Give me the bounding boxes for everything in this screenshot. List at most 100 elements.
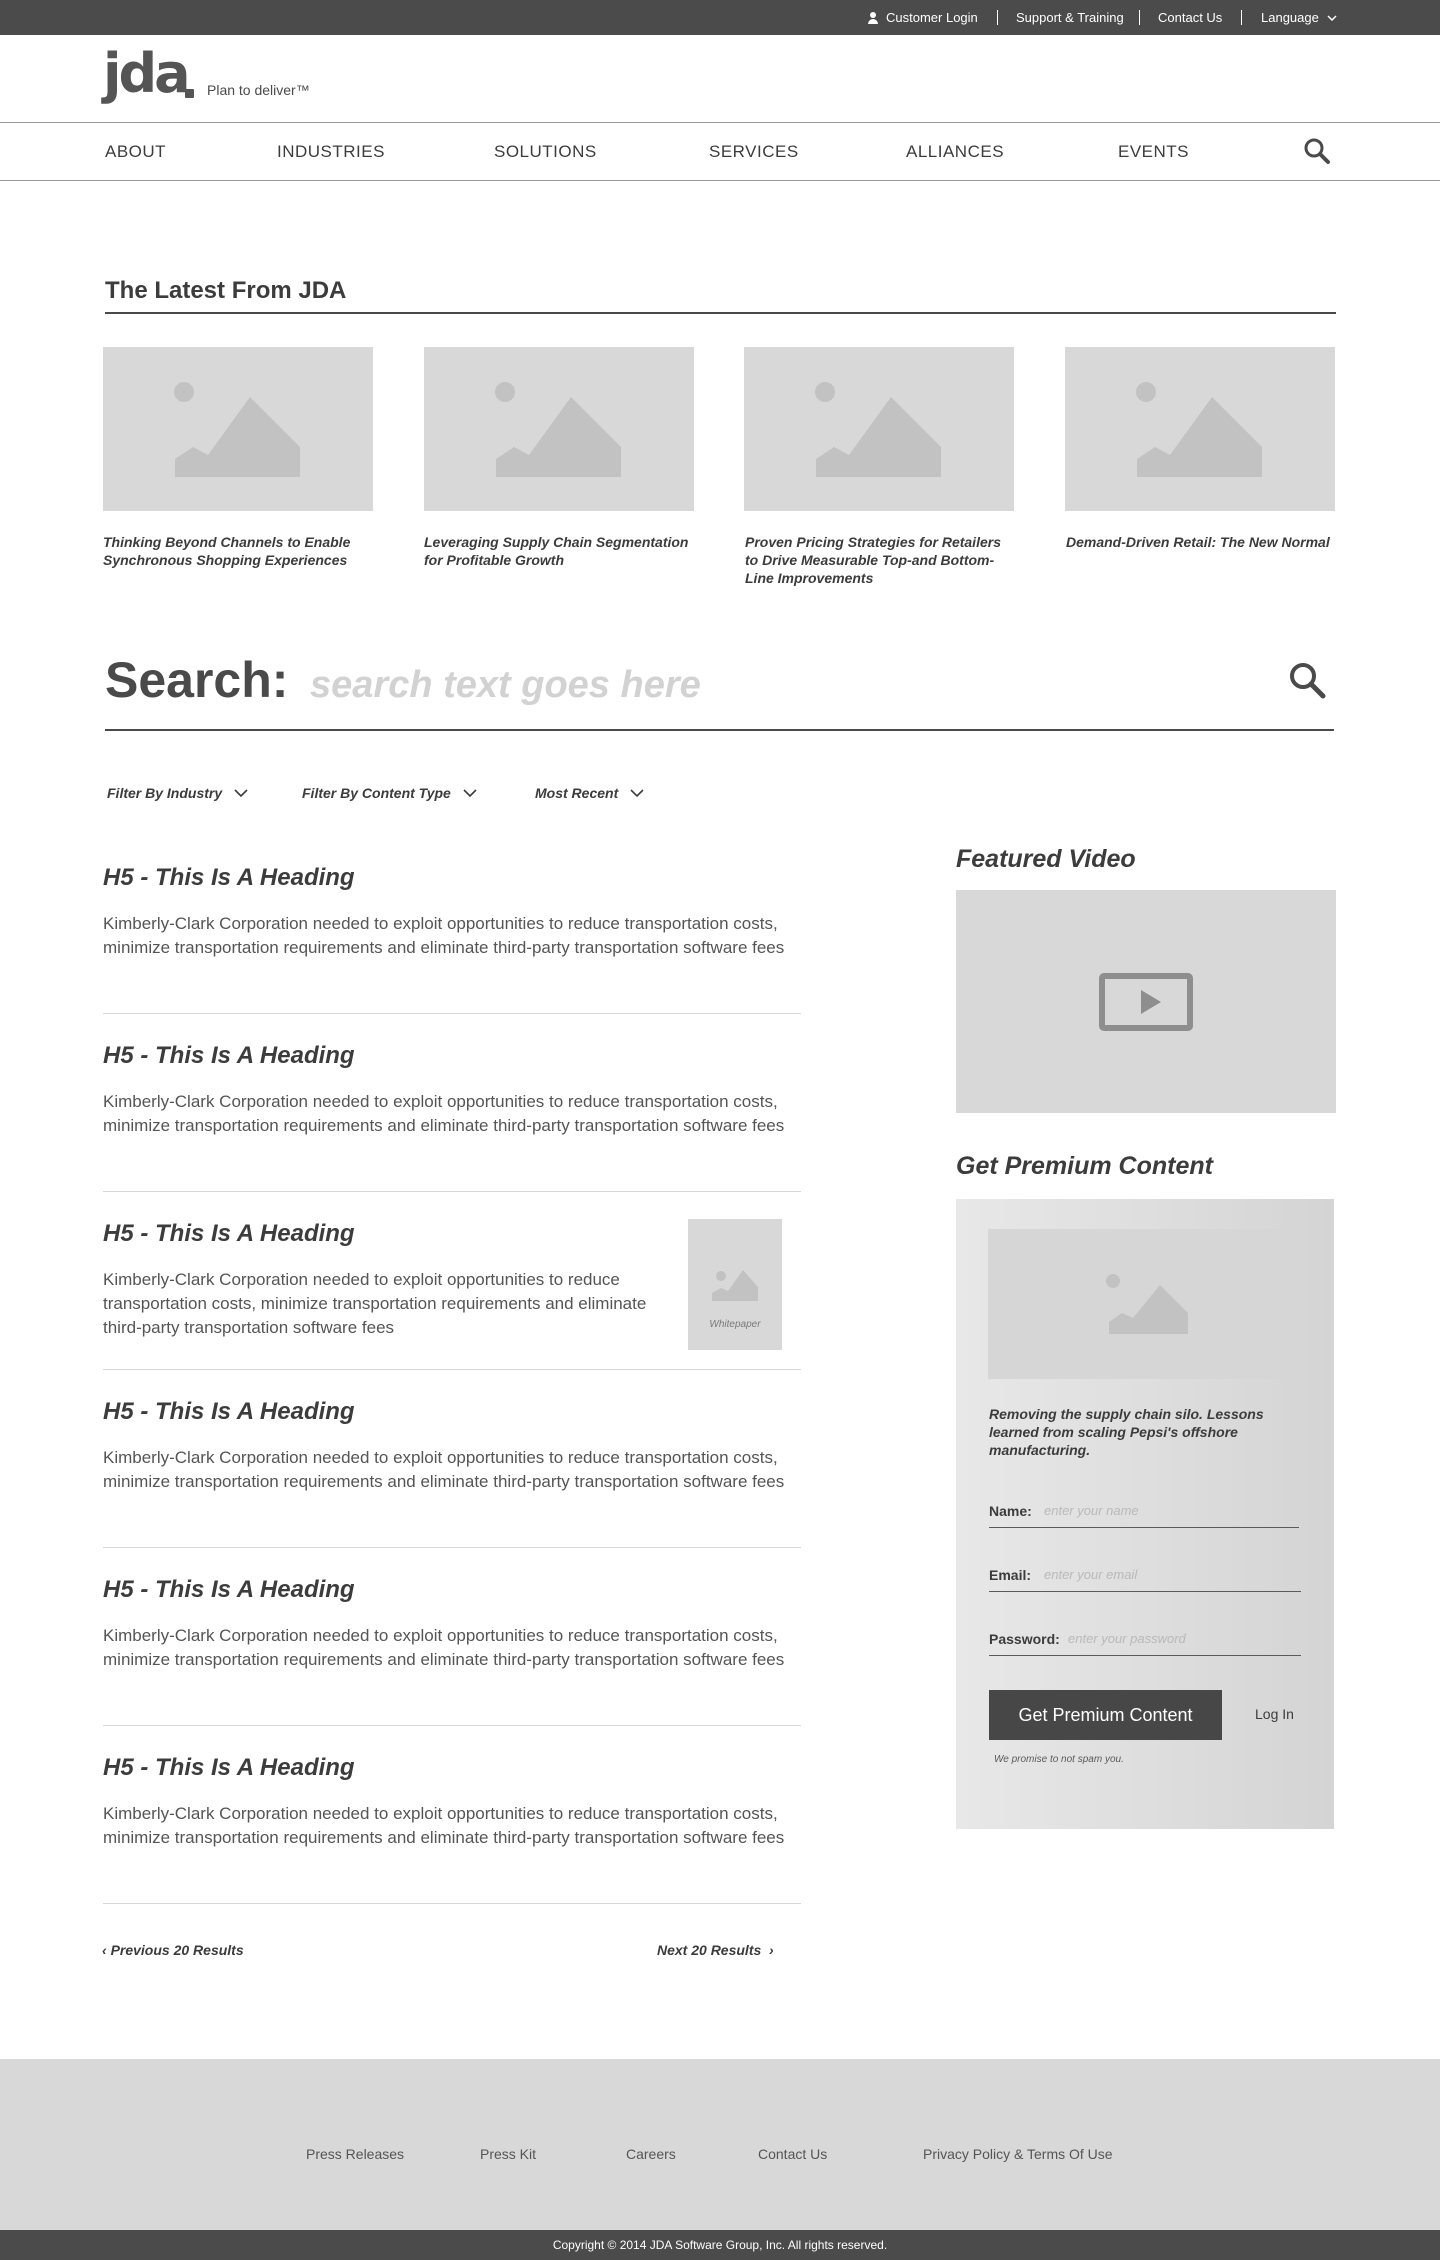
filter-industry-dropdown[interactable]: Filter By Industry [107,785,248,801]
result-summary: Kimberly-Clark Corporation needed to exp… [103,1092,785,1135]
result-heading[interactable]: H5 - This Is A Heading [103,1042,355,1070]
image-placeholder-icon [815,382,941,477]
result-divider [103,1013,801,1014]
article-caption[interactable]: Proven Pricing Strategies for Retailers … [745,533,1015,587]
field-underline [989,1591,1301,1592]
language-label: Language [1261,10,1319,25]
latest-section-title: The Latest From JDA [105,277,347,304]
copyright-bar: Copyright © 2014 JDA Software Group, Inc… [0,2230,1440,2260]
article-image[interactable] [744,347,1014,511]
field-underline [989,1655,1301,1656]
image-placeholder-icon [1106,1274,1188,1334]
footer-link-press-kit[interactable]: Press Kit [480,2146,536,2162]
footer-link-contact-us[interactable]: Contact Us [758,2146,827,2162]
image-placeholder-icon [712,1270,758,1301]
nav-about[interactable]: ABOUT [105,142,166,162]
previous-results-label: Previous 20 Results [110,1942,244,1958]
result-summary: Kimberly-Clark Corporation needed to exp… [103,914,785,957]
support-training-link[interactable]: Support & Training [1016,0,1124,35]
contact-us-label: Contact Us [1158,10,1223,25]
featured-video-player[interactable] [956,890,1336,1113]
whitepaper-thumbnail[interactable]: Whitepaper [688,1219,782,1350]
email-label: Email: [989,1567,1032,1583]
email-field[interactable] [1044,1564,1299,1584]
article-image[interactable] [424,347,694,511]
logo-dot [185,89,194,98]
customer-login-link[interactable]: Customer Login [868,0,978,35]
result-heading[interactable]: H5 - This Is A Heading [103,1398,355,1426]
featured-video-title: Featured Video [956,845,1136,873]
result-summary: Kimberly-Clark Corporation needed to exp… [103,1270,647,1337]
filter-label: Filter By Industry [107,785,223,801]
password-field[interactable] [1068,1628,1299,1648]
divider [1241,10,1242,25]
field-underline [989,1527,1299,1528]
result-divider [103,1547,801,1548]
result-divider [103,1725,801,1726]
search-icon[interactable] [1303,137,1331,165]
support-training-label: Support & Training [1016,10,1124,25]
user-icon [868,11,878,24]
main-nav: ABOUT INDUSTRIES SOLUTIONS SERVICES ALLI… [0,122,1440,181]
image-placeholder-icon [495,382,621,477]
nav-alliances[interactable]: ALLIANCES [906,142,1004,162]
next-results-label: Next 20 Results [657,1942,762,1958]
no-spam-note: We promise to not spam you. [994,1754,1124,1765]
language-dropdown[interactable]: Language [1261,0,1337,35]
chevron-down-icon [630,789,644,797]
article-caption[interactable]: Leveraging Supply Chain Segmentation for… [424,533,694,569]
result-divider [103,1369,801,1370]
result-heading[interactable]: H5 - This Is A Heading [103,1576,355,1604]
chevron-down-icon [463,789,477,797]
result-heading[interactable]: H5 - This Is A Heading [103,1220,355,1248]
logo-tagline: Plan to deliver™ [207,82,310,98]
search-input[interactable] [310,655,1270,715]
log-in-link[interactable]: Log In [1255,1706,1294,1722]
divider [1139,10,1140,25]
premium-content-form: Removing the supply chain silo. Lessons … [956,1199,1334,1829]
footer: Press Releases Press Kit Careers Contact… [0,2059,1440,2230]
search-icon[interactable] [1287,660,1327,700]
filter-content-type-dropdown[interactable]: Filter By Content Type [302,785,477,801]
sort-most-recent-dropdown[interactable]: Most Recent [535,785,644,801]
contact-us-link[interactable]: Contact Us [1158,0,1222,35]
customer-login-label: Customer Login [886,10,978,25]
previous-results-link[interactable]: ‹ Previous 20 Results [102,1942,244,1958]
premium-content-description: Removing the supply chain silo. Lessons … [989,1406,1264,1458]
search-label: Search: [105,652,289,708]
premium-content-title: Get Premium Content [956,1152,1213,1180]
result-heading[interactable]: H5 - This Is A Heading [103,1754,355,1782]
chevron-right-icon: › [761,1942,774,1958]
article-caption[interactable]: Thinking Beyond Channels to Enable Synch… [103,533,373,569]
logo-wordmark: jda [103,42,191,105]
footer-link-press-releases[interactable]: Press Releases [306,2146,404,2162]
section-divider [105,312,1336,314]
filter-label: Most Recent [535,785,619,801]
article-caption[interactable]: Demand-Driven Retail: The New Normal [1066,533,1336,551]
result-divider [103,1191,801,1192]
footer-link-privacy-terms[interactable]: Privacy Policy & Terms Of Use [923,2146,1113,2162]
nav-events[interactable]: EVENTS [1118,142,1189,162]
chevron-down-icon [234,789,248,797]
premium-content-image [988,1229,1299,1379]
article-image[interactable] [103,347,373,511]
result-summary: Kimberly-Clark Corporation needed to exp… [103,1626,785,1669]
search-underline [105,729,1334,731]
next-results-link[interactable]: Next 20 Results › [657,1942,774,1958]
password-label: Password: [989,1631,1060,1647]
chevron-down-icon [1327,14,1337,21]
play-icon[interactable] [1099,973,1193,1031]
nav-solutions[interactable]: SOLUTIONS [494,142,597,162]
copyright-text: Copyright © 2014 JDA Software Group, Inc… [552,2238,888,2252]
nav-industries[interactable]: INDUSTRIES [277,142,385,162]
filter-label: Filter By Content Type [302,785,451,801]
image-placeholder-icon [174,382,300,477]
name-field[interactable] [1044,1500,1299,1520]
utility-bar: Customer Login Support & Training Contac… [0,0,1440,35]
article-image[interactable] [1065,347,1335,511]
footer-link-careers[interactable]: Careers [626,2146,676,2162]
chevron-left-icon: ‹ [102,1942,111,1958]
nav-services[interactable]: SERVICES [709,142,799,162]
result-heading[interactable]: H5 - This Is A Heading [103,864,355,892]
get-premium-content-button[interactable]: Get Premium Content [989,1690,1222,1740]
